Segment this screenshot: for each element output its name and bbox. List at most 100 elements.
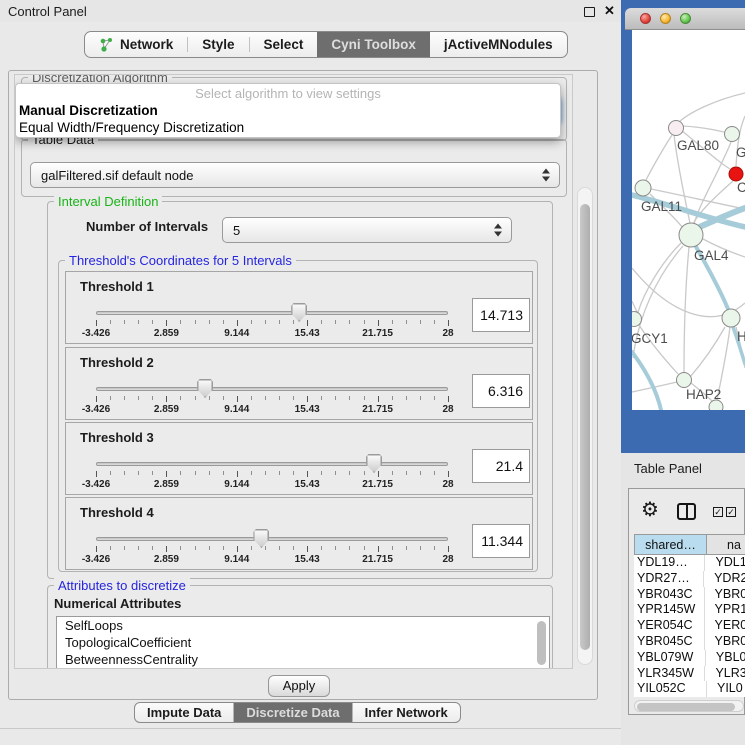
table-cell[interactable]: YBR0: [705, 634, 745, 650]
tab-cyni-toolbox[interactable]: Cyni Toolbox: [317, 32, 430, 57]
slider-minor-tick: [406, 471, 407, 475]
table-row[interactable]: YBR043CYBR0: [634, 587, 745, 603]
column-header-na[interactable]: na: [707, 534, 745, 555]
slider-track[interactable]: [96, 537, 448, 541]
table-panel-titlebar: Table Panel: [621, 453, 745, 483]
table-cell[interactable]: YER054C: [634, 618, 705, 634]
slider-minor-tick: [406, 320, 407, 324]
table-cell[interactable]: YBL0: [706, 650, 745, 666]
network-node-ga[interactable]: [725, 127, 740, 142]
table-cell[interactable]: YBR045C: [634, 634, 705, 650]
slider-thumb[interactable]: [366, 454, 382, 473]
tab-select[interactable]: Select: [250, 32, 318, 57]
threshold-value-field[interactable]: 14.713: [472, 298, 530, 332]
slider-track[interactable]: [96, 311, 448, 315]
slider-minor-tick: [321, 546, 322, 550]
table-row[interactable]: YIL052CYIL0: [634, 681, 745, 697]
table-cell[interactable]: YDL1: [705, 555, 745, 571]
vertical-scrollbar-thumb[interactable]: [580, 204, 590, 650]
slider-minor-tick: [251, 320, 252, 324]
number-of-intervals-select[interactable]: 5: [222, 217, 512, 243]
threshold-value-field[interactable]: 21.4: [472, 449, 530, 483]
table-cell[interactable]: YER0: [705, 618, 745, 634]
table-row[interactable]: YPR145WYPR1: [634, 602, 745, 618]
network-window-titlebar[interactable]: [625, 8, 745, 30]
attribute-item-selfloops[interactable]: SelfLoops: [57, 617, 549, 634]
network-node-c[interactable]: [729, 167, 743, 181]
table-row[interactable]: YLR345WYLR3: [634, 666, 745, 682]
bottom-tab-bar: Impute DataDiscretize DataInfer Network: [134, 702, 461, 723]
tab-style[interactable]: Style: [188, 32, 248, 57]
tab-impute-data[interactable]: Impute Data: [135, 703, 233, 722]
table-cell[interactable]: YLR3: [705, 666, 745, 682]
tab-discretize-data[interactable]: Discretize Data: [233, 703, 351, 722]
threshold-slider[interactable]: -3.4262.8599.14415.4321.71528: [96, 348, 448, 421]
threshold-slider[interactable]: -3.4262.8599.14415.4321.71528: [96, 272, 448, 345]
table-row[interactable]: YBR045CYBR0: [634, 634, 745, 650]
table-cell[interactable]: YBR0: [705, 587, 745, 603]
tab-infer-network[interactable]: Infer Network: [352, 703, 460, 722]
zoom-traffic-light-icon[interactable]: [680, 13, 691, 24]
slider-tick: [378, 396, 379, 402]
table-cell[interactable]: YBR043C: [634, 587, 705, 603]
slider-minor-tick: [321, 471, 322, 475]
close-traffic-light-icon[interactable]: [640, 13, 651, 24]
table-row[interactable]: YDR27…YDR2: [634, 571, 745, 587]
attribute-item-topologicalcoefficient[interactable]: TopologicalCoefficient: [57, 634, 549, 651]
gear-icon[interactable]: ⚙: [641, 497, 659, 522]
dropdown-option-manual-discretization[interactable]: Manual Discretization: [16, 102, 560, 119]
table-cell[interactable]: YDR2: [704, 571, 745, 587]
threshold-slider[interactable]: -3.4262.8599.14415.4321.71528: [96, 423, 448, 496]
slider-track[interactable]: [96, 387, 448, 391]
network-node-hap2[interactable]: [677, 373, 692, 388]
apply-button[interactable]: Apply: [268, 675, 330, 697]
table-cell[interactable]: YIL052C: [634, 681, 707, 697]
table-cell[interactable]: YPR145W: [634, 602, 705, 618]
table-cell[interactable]: YBL079W: [634, 650, 706, 666]
slider-minor-tick: [251, 471, 252, 475]
network-node-gal80[interactable]: [669, 121, 684, 136]
table-row[interactable]: YBL079WYBL0: [634, 650, 745, 666]
horizontal-scrollbar[interactable]: [634, 700, 744, 712]
network-node-gal11[interactable]: [635, 180, 651, 196]
network-node-h[interactable]: [722, 309, 740, 327]
checkbox-icon[interactable]: ✓: [713, 507, 723, 517]
slider-minor-tick: [124, 320, 125, 324]
network-node-gal4[interactable]: [679, 223, 703, 247]
table-row[interactable]: YDL19…YDL1: [634, 555, 745, 571]
column-header-shared[interactable]: shared…: [634, 534, 707, 555]
table-data-select[interactable]: galFiltered.sif default node: [30, 162, 560, 188]
vertical-scrollbar[interactable]: [577, 187, 593, 665]
threshold-value-field[interactable]: 6.316: [472, 374, 530, 408]
slider-tick-label: 2.859: [136, 328, 196, 339]
split-columns-icon[interactable]: [677, 503, 696, 520]
checkbox-icon[interactable]: ✓: [726, 507, 736, 517]
numerical-attributes-list[interactable]: SelfLoopsTopologicalCoefficientBetweenne…: [56, 616, 550, 669]
slider-minor-tick: [392, 546, 393, 550]
dropdown-option-equal-width-frequency-discretization[interactable]: Equal Width/Frequency Discretization: [16, 119, 560, 136]
tab-jactivemnodules[interactable]: jActiveMNodules: [430, 32, 567, 57]
table-cell[interactable]: YIL0: [707, 681, 743, 697]
threshold-value-field[interactable]: 11.344: [472, 524, 530, 558]
minimize-traffic-light-icon[interactable]: [660, 13, 671, 24]
slider-track[interactable]: [96, 462, 448, 466]
table-cell[interactable]: YPR1: [705, 602, 745, 618]
slider-thumb[interactable]: [253, 529, 269, 548]
network-node-edge-node[interactable]: [709, 400, 723, 410]
table-row[interactable]: YER054CYER0: [634, 618, 745, 634]
float-window-icon[interactable]: [584, 7, 595, 17]
group-title-thresholds: Threshold's Coordinates for 5 Intervals: [65, 253, 296, 268]
table-cell[interactable]: YDL19…: [634, 555, 705, 571]
list-scrollbar-thumb[interactable]: [537, 621, 546, 665]
slider-thumb[interactable]: [197, 379, 213, 398]
network-edge: [632, 301, 637, 312]
table-cell[interactable]: YDR27…: [634, 571, 704, 587]
slider-tick: [237, 320, 238, 326]
attribute-item-betweennesscentrality[interactable]: BetweennessCentrality: [57, 651, 549, 668]
close-icon[interactable]: ✕: [604, 3, 615, 19]
horizontal-scrollbar-thumb[interactable]: [637, 703, 735, 711]
table-cell[interactable]: YLR345W: [634, 666, 705, 682]
threshold-slider[interactable]: -3.4262.8599.14415.4321.71528: [96, 498, 448, 571]
tab-network[interactable]: Network: [85, 32, 187, 57]
network-canvas[interactable]: GAL80GACGAL11GAL4GCY1HHAP2: [632, 30, 745, 410]
